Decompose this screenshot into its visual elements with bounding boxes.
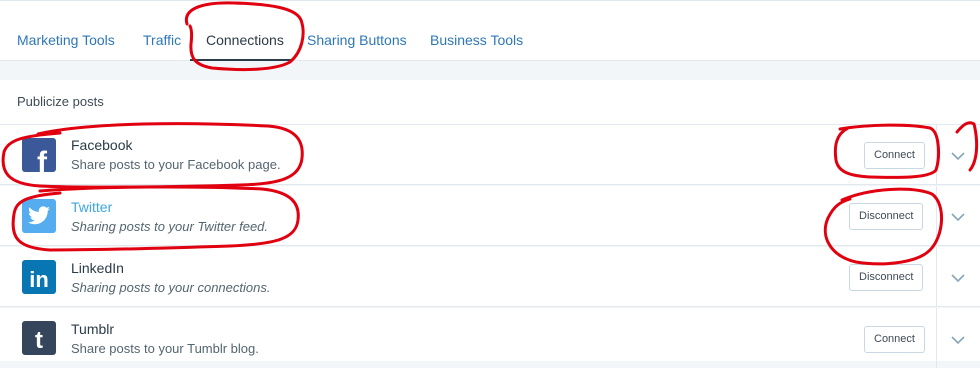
service-description: Sharing posts to your Twitter feed. [71,219,269,234]
service-row-linkedin: in LinkedIn Sharing posts to your connec… [0,247,980,307]
divider [936,186,937,246]
divider [936,125,937,185]
service-description: Share posts to your Facebook page. [71,157,281,172]
service-name: LinkedIn [71,260,124,276]
twitter-icon [22,199,56,233]
service-name[interactable]: Twitter [71,199,112,216]
connect-button[interactable]: Connect [864,142,925,169]
chevron-down-icon[interactable] [950,211,966,223]
svg-text:f: f [37,146,48,172]
svg-text:t: t [35,327,43,354]
active-tab-indicator [190,59,292,61]
disconnect-button[interactable]: Disconnect [849,203,924,230]
linkedin-icon: in [22,260,56,294]
disconnect-button[interactable]: Disconnect [849,264,924,291]
tab-traffic[interactable]: Traffic [143,31,181,49]
tab-sharing-buttons[interactable]: Sharing Buttons [307,31,407,49]
service-row-tumblr: t Tumblr Share posts to your Tumblr blog… [0,308,980,368]
service-name: Facebook [71,137,133,153]
tab-marketing-tools[interactable]: Marketing Tools [17,31,115,49]
chevron-down-icon[interactable] [950,334,966,346]
publicize-header: Publicize posts [0,80,980,125]
chevron-down-icon[interactable] [950,272,966,284]
svg-text:in: in [29,267,49,292]
tumblr-icon: t [22,321,56,355]
divider [936,308,937,368]
service-description: Sharing posts to your connections. [71,280,271,295]
section-nav: Marketing Tools Traffic Connections Shar… [0,0,980,61]
facebook-icon: f [22,138,56,172]
section-title: Publicize posts [17,94,104,109]
service-description: Share posts to your Tumblr blog. [71,341,259,356]
service-row-facebook: f Facebook Share posts to your Facebook … [0,125,980,185]
chevron-down-icon[interactable] [950,150,966,162]
service-row-twitter: Twitter Sharing posts to your Twitter fe… [0,186,980,246]
divider [936,247,937,307]
tab-connections[interactable]: Connections [206,31,284,49]
tab-business-tools[interactable]: Business Tools [430,31,523,49]
connect-button[interactable]: Connect [864,326,925,353]
service-name: Tumblr [71,321,115,337]
